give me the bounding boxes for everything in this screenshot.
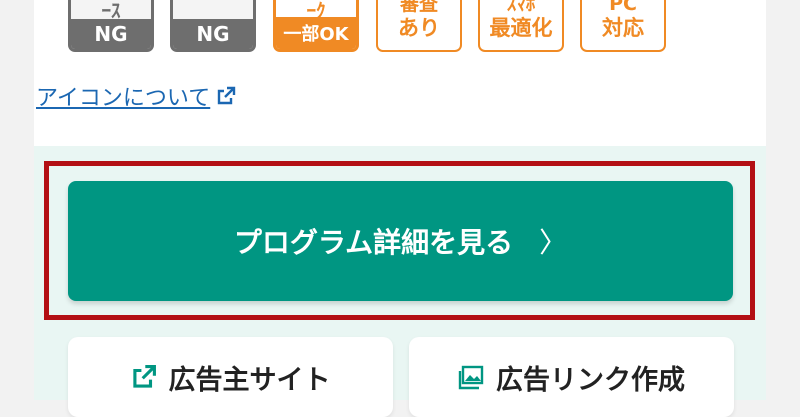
advertiser-site-button[interactable]: 広告主サイト — [68, 337, 393, 417]
badge-smartphone: ｽﾏﾎ 最適化 — [478, 0, 564, 52]
external-link-icon — [132, 365, 156, 388]
badge-bottom-label: NG — [173, 19, 253, 49]
badge-bottom-label: NG — [71, 19, 151, 49]
badge-line1: 審査 — [399, 0, 438, 15]
badge-ng-1: ｰｽ NG — [68, 0, 154, 52]
badge-pc: PC 対応 — [580, 0, 666, 52]
badge-partial-ok: ｰｸ 一部OK — [273, 0, 359, 52]
badge-ng-2: NG — [170, 0, 256, 52]
badge-line2: 最適化 — [489, 16, 553, 40]
badge-line2: あり — [398, 16, 440, 40]
badge-line2: 対応 — [602, 16, 644, 40]
badge-bottom-label: 一部OK — [276, 17, 356, 49]
create-ad-link-button[interactable]: 広告リンク作成 — [409, 337, 734, 417]
image-icon — [458, 365, 484, 390]
chevron-right-icon: 〉 — [539, 226, 568, 259]
badge-line1: PC — [609, 0, 637, 15]
advertiser-site-label: 広告主サイト — [168, 364, 331, 396]
about-icons-link[interactable]: アイコンについて — [36, 80, 236, 112]
about-icons-label: アイコンについて — [36, 86, 211, 111]
program-detail-button[interactable]: プログラム詳細を見る 〉 — [68, 181, 733, 301]
program-detail-label: プログラム詳細を見る — [233, 226, 514, 259]
external-link-icon — [218, 86, 236, 105]
badge-review: 審査 あり — [376, 0, 462, 52]
badge-line1: ｽﾏﾎ — [506, 0, 536, 15]
create-ad-link-label: 広告リンク作成 — [496, 364, 685, 396]
